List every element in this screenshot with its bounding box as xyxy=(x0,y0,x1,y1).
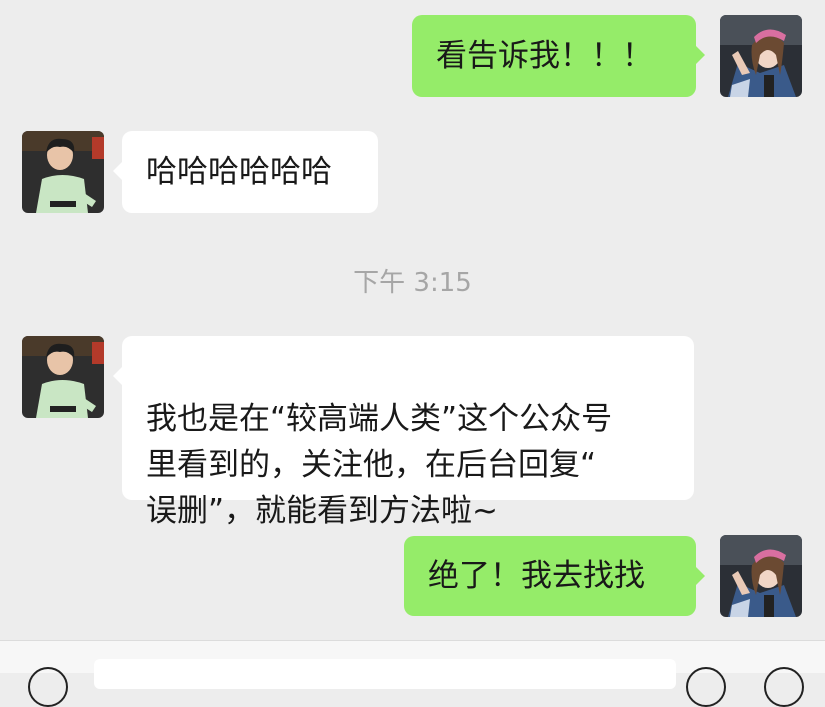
user-avatar-icon[interactable] xyxy=(720,15,802,97)
contact-avatar-icon[interactable] xyxy=(22,131,104,213)
chat-area: 看告诉我！！！ 哈哈哈哈哈哈 下午 3:15 我也是在“较高端人类”这个公众号 … xyxy=(0,0,825,640)
message-bubble-incoming[interactable]: 我也是在“较高端人类”这个公众号 里看到的，关注他，在后台回复“ 误删”，就能看… xyxy=(113,336,694,529)
contact-avatar-icon[interactable] xyxy=(22,336,104,418)
add-icon[interactable] xyxy=(764,667,804,707)
timestamp-label: 下午 3:15 xyxy=(353,268,472,298)
voice-icon[interactable] xyxy=(28,667,68,707)
message-text: 哈哈哈哈哈哈 xyxy=(146,154,332,190)
message-bubble-outgoing[interactable]: 绝了！我去找找 xyxy=(404,536,705,616)
user-avatar-icon[interactable] xyxy=(720,535,802,617)
message-bubble-incoming[interactable]: 哈哈哈哈哈哈 xyxy=(113,131,378,213)
message-text: 绝了！我去找找 xyxy=(428,558,645,594)
message-bubble-outgoing[interactable]: 看告诉我！！！ xyxy=(412,15,705,97)
emoji-icon[interactable] xyxy=(686,667,726,707)
input-bar xyxy=(0,640,825,707)
message-input[interactable] xyxy=(94,659,676,689)
message-text: 看告诉我！！！ xyxy=(436,38,653,74)
message-text: 我也是在“较高端人类”这个公众号 里看到的，关注他，在后台回复“ 误删”，就能看… xyxy=(146,401,613,529)
